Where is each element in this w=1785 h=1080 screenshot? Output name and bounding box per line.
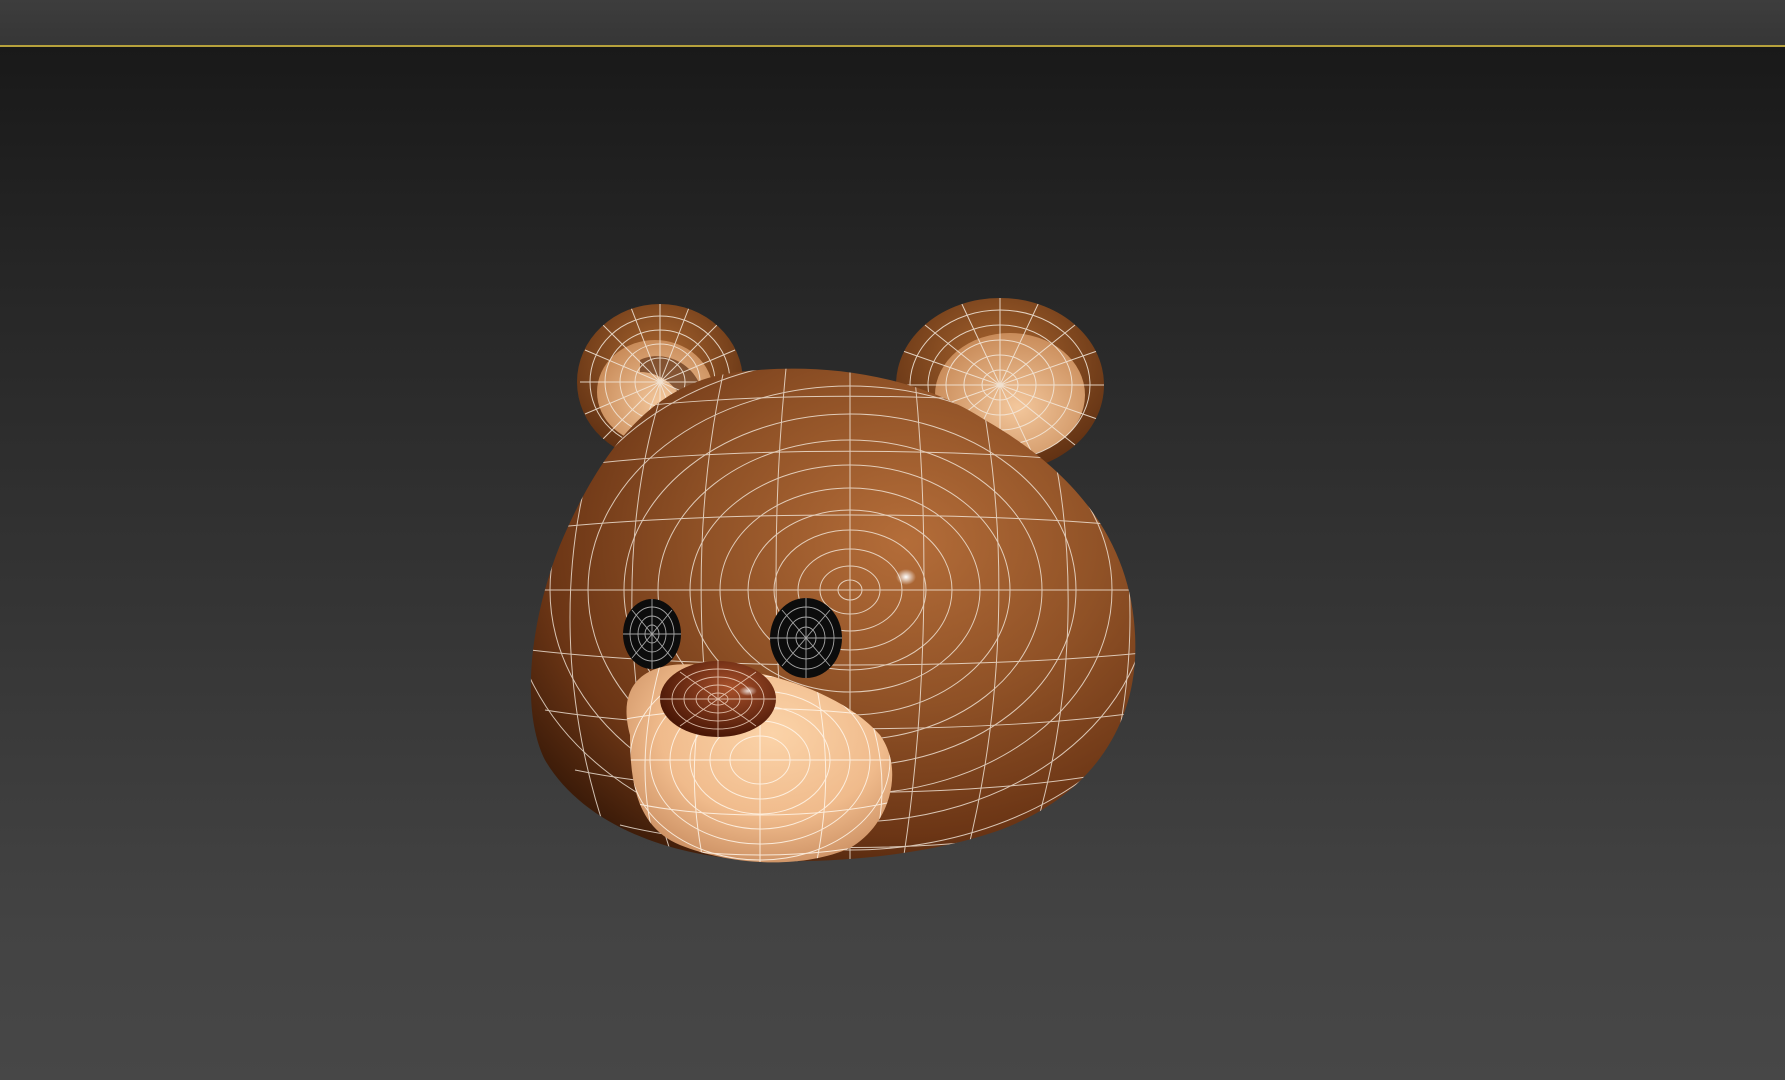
right-eye[interactable] — [770, 598, 842, 678]
3d-editor-window — [0, 0, 1785, 1080]
viewport-canvas[interactable] — [0, 47, 1785, 1080]
nose[interactable] — [660, 661, 776, 737]
perspective-viewport[interactable] — [0, 47, 1785, 1080]
specular-highlight — [896, 569, 916, 585]
viewport-title-bar — [0, 0, 1785, 45]
left-eye[interactable] — [623, 599, 681, 669]
